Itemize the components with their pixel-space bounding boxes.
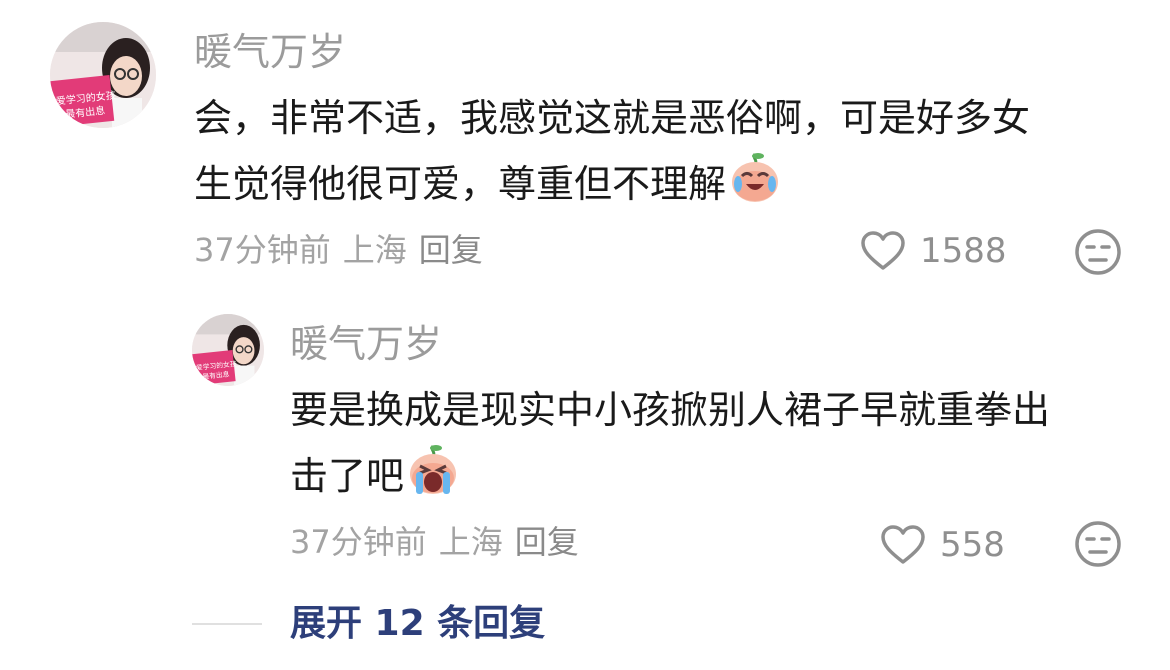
unamused-face-icon [1075, 229, 1121, 275]
unamused-face-icon [1075, 521, 1121, 567]
expand-replies-button[interactable]: 展开 12 条回复 [290, 602, 545, 646]
avatar-image: 爱学习的女孩 最有出息 [50, 22, 156, 128]
like-count: 558 [940, 525, 1005, 565]
dislike-button[interactable] [1074, 228, 1122, 280]
avatar[interactable]: 爱学习的女孩 最有出息 [192, 314, 264, 386]
comment-line: 生觉得他很可爱，尊重但不理解 [194, 150, 1030, 223]
comment-meta: 37分钟前 上海 回复 [194, 230, 495, 270]
comment-line-text: 生觉得他很可爱，尊重但不理解 [194, 162, 727, 206]
avatar[interactable]: 爱学习的女孩 最有出息 [50, 22, 156, 128]
dislike-button[interactable] [1074, 520, 1122, 572]
heart-outline-icon [861, 231, 905, 270]
comment-meta: 37分钟前 上海 回复 [290, 522, 591, 562]
comment-line: 会，非常不适，我感觉这就是恶俗啊，可是好多女 [194, 96, 1031, 140]
reply-button[interactable]: 回复 [515, 523, 579, 561]
comment-location: 上海 [342, 231, 407, 269]
comment-line: 击了吧 [290, 442, 1050, 515]
comment-time: 37分钟前 [290, 523, 427, 561]
comment-line-text: 击了吧 [290, 454, 405, 498]
reply-button[interactable]: 回复 [419, 231, 483, 269]
comment-location: 上海 [438, 523, 503, 561]
comment-line: 要是换成是现实中小孩掀别人裙子早就重拳出 [290, 388, 1051, 432]
crying-laughing-emoji [728, 150, 782, 223]
comment-content: 要是换成是现实中小孩掀别人裙子早就重拳出 击了吧 [290, 378, 1050, 515]
expand-divider [192, 623, 262, 625]
like-button[interactable]: 1588 [860, 230, 1007, 272]
comment-author[interactable]: 暖气万岁 [290, 322, 442, 366]
heart-outline-icon [881, 525, 925, 564]
comment-time: 37分钟前 [194, 231, 331, 269]
like-button[interactable]: 558 [880, 524, 1005, 566]
comment-content: 会，非常不适，我感觉这就是恶俗啊，可是好多女 生觉得他很可爱，尊重但不理解 [194, 86, 1030, 223]
like-count: 1588 [920, 231, 1007, 271]
avatar-image: 爱学习的女孩 最有出息 [192, 314, 264, 386]
comment-author[interactable]: 暖气万岁 [194, 30, 346, 74]
loud-crying-emoji [406, 442, 460, 515]
